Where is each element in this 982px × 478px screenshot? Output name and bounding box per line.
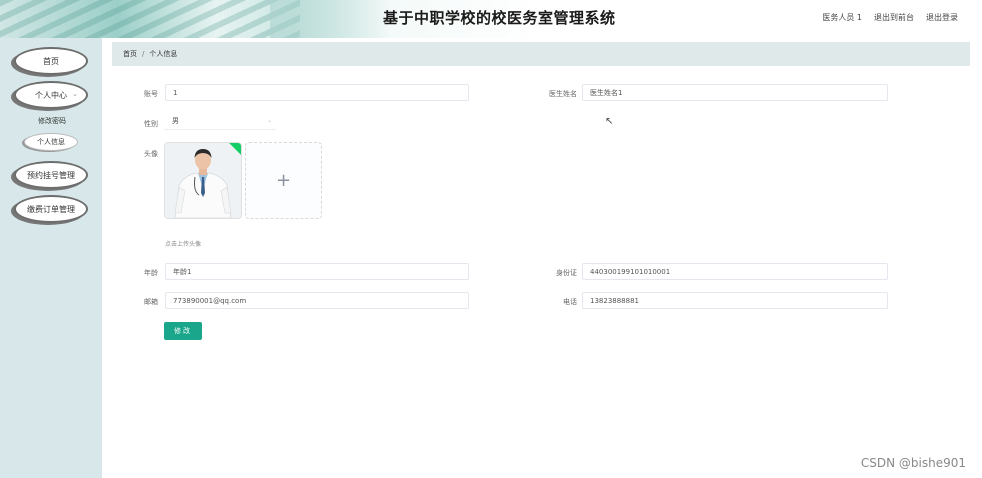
breadcrumb-separator: /	[142, 50, 145, 58]
chevron-down-icon: ⌄	[266, 117, 272, 124]
account-field[interactable]: 1	[165, 84, 469, 101]
sidebar-item-personal-center[interactable]: 个人中心 ⌄	[14, 81, 88, 109]
phone-field[interactable]: 13823888881	[582, 292, 888, 309]
plus-icon: +	[275, 170, 292, 191]
watermark: CSDN @bishe901	[860, 456, 966, 470]
sidebar-subitem-personal-info[interactable]: 个人信息	[24, 133, 78, 151]
gender-select[interactable]: 男 ⌄	[164, 113, 276, 130]
sidebar-item-home[interactable]: 首页	[14, 47, 88, 75]
upload-avatar-button[interactable]: +	[245, 142, 322, 219]
age-label: 年龄	[144, 269, 158, 277]
breadcrumb-current: 个人信息	[149, 50, 178, 58]
sidebar-item-label: 个人中心	[35, 90, 67, 100]
email-field[interactable]: 773890001@qq.com	[165, 292, 469, 309]
top-header: 基于中职学校的校医务室管理系统 医务人员 1 退出到前台 退出登录	[0, 0, 982, 38]
breadcrumb-home[interactable]: 首页	[123, 49, 137, 59]
header-decoration-fade	[270, 0, 390, 38]
avatar-upload-hint: 点击上传头像	[165, 241, 202, 248]
doctor-name-field[interactable]: 医生姓名1	[582, 84, 888, 101]
account-label: 账号	[144, 90, 158, 98]
email-label: 邮箱	[144, 298, 158, 306]
doctor-name-label: 医生姓名	[549, 90, 577, 98]
back-to-front-link[interactable]: 退出到前台	[874, 12, 914, 23]
sidebar: 首页 个人中心 ⌄ 修改密码 个人信息 预约挂号管理 缴费订单管理	[0, 38, 102, 478]
sidebar-item-label: 首页	[43, 56, 59, 66]
system-title: 基于中职学校的校医务室管理系统	[383, 9, 616, 27]
breadcrumb: 首页 / 个人信息	[112, 42, 970, 66]
chevron-down-icon: ⌄	[72, 90, 78, 98]
age-field[interactable]: 年龄1	[165, 263, 469, 280]
logout-link[interactable]: 退出登录	[926, 12, 958, 23]
mouse-cursor-icon: ↖	[605, 116, 614, 127]
sidebar-item-label: 预约挂号管理	[27, 170, 75, 180]
gender-value: 男	[172, 117, 179, 125]
id-card-field[interactable]: 440300199101010001	[582, 263, 888, 280]
sidebar-item-payment-order-management[interactable]: 缴费订单管理	[14, 195, 88, 223]
sidebar-item-appointment-management[interactable]: 预约挂号管理	[14, 161, 88, 189]
update-button[interactable]: 修改	[164, 322, 202, 340]
gender-label: 性别	[144, 120, 158, 128]
id-card-label: 身份证	[556, 269, 577, 277]
phone-label: 电话	[563, 298, 577, 306]
current-user-label: 医务人员 1	[822, 13, 862, 22]
sidebar-subitem-change-password[interactable]: 修改密码	[30, 115, 74, 127]
avatar-image[interactable]: ✓	[164, 142, 242, 219]
check-icon: ✓	[238, 142, 242, 147]
header-decoration	[0, 0, 300, 38]
avatar-label: 头像	[144, 150, 158, 158]
header-actions: 医务人员 1 退出到前台 退出登录	[822, 12, 958, 23]
sidebar-item-label: 缴费订单管理	[27, 204, 75, 214]
doctor-portrait-icon	[165, 143, 241, 218]
